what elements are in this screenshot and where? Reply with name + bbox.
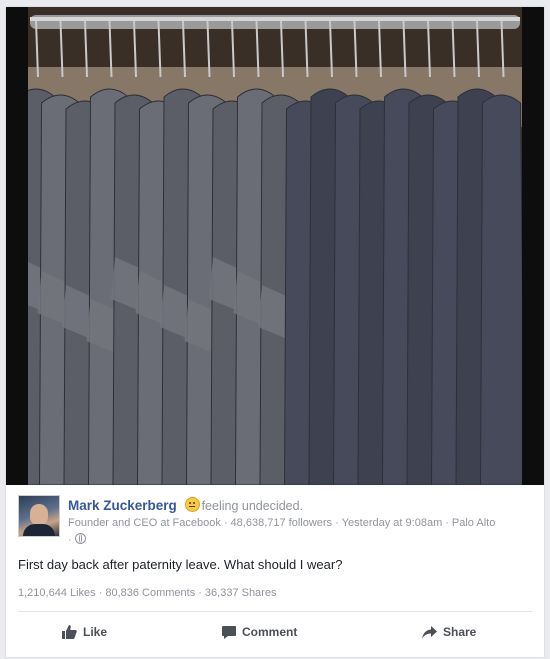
post-photo[interactable] bbox=[6, 7, 544, 485]
author-line: Mark Zuckerberg feeling undecided. bbox=[68, 497, 303, 513]
closet-photo-illustration bbox=[6, 7, 544, 485]
feeling-text: feeling undecided. bbox=[201, 499, 304, 513]
comment-count[interactable]: 80,836 Comments bbox=[105, 587, 195, 599]
author-meta: Founder and CEO at Facebook · 48,638,717 f… bbox=[68, 517, 496, 529]
share-arrow-icon bbox=[422, 625, 437, 639]
speech-bubble-icon bbox=[222, 625, 236, 639]
grey-tshirt bbox=[479, 94, 526, 485]
rod-highlight bbox=[30, 17, 520, 21]
post-header: Mark Zuckerberg feeling undecided. Found… bbox=[18, 495, 534, 557]
comment-button[interactable]: Comment bbox=[222, 619, 297, 645]
like-button[interactable]: Like bbox=[62, 619, 107, 645]
closet-right-frame bbox=[522, 7, 544, 485]
like-label: Like bbox=[83, 625, 108, 639]
facebook-post-card: Mark Zuckerberg feeling undecided. Found… bbox=[5, 6, 545, 658]
action-divider bbox=[18, 611, 532, 612]
author-avatar[interactable] bbox=[18, 495, 60, 537]
globe-icon[interactable] bbox=[74, 533, 86, 544]
audience-line: · bbox=[68, 533, 86, 546]
share-count[interactable]: 36,337 Shares bbox=[205, 587, 277, 599]
comment-label: Comment bbox=[242, 625, 298, 639]
undecided-emoji-icon bbox=[184, 497, 200, 512]
author-title: Founder and CEO at Facebook bbox=[68, 517, 221, 529]
thumbs-up-icon bbox=[62, 625, 77, 639]
post-stats: 1,210,644 Likes · 80,836 Comments · 36,337 S… bbox=[18, 587, 277, 599]
post-text: First day back after paternity leave. Wh… bbox=[18, 557, 343, 572]
post-actions: Like Comment Share bbox=[6, 619, 544, 645]
post-location[interactable]: Palo Alto bbox=[452, 517, 495, 529]
author-name-link[interactable]: Mark Zuckerberg bbox=[68, 498, 177, 513]
closet-left-frame bbox=[6, 7, 28, 485]
follower-count[interactable]: 48,638,717 followers bbox=[231, 517, 333, 529]
like-count[interactable]: 1,210,644 Likes bbox=[18, 587, 96, 599]
share-button[interactable]: Share bbox=[422, 619, 476, 645]
post-timestamp[interactable]: Yesterday at 9:08am bbox=[342, 517, 443, 529]
avatar-face bbox=[30, 504, 48, 526]
share-label: Share bbox=[443, 625, 477, 639]
avatar-shirt bbox=[23, 524, 55, 536]
